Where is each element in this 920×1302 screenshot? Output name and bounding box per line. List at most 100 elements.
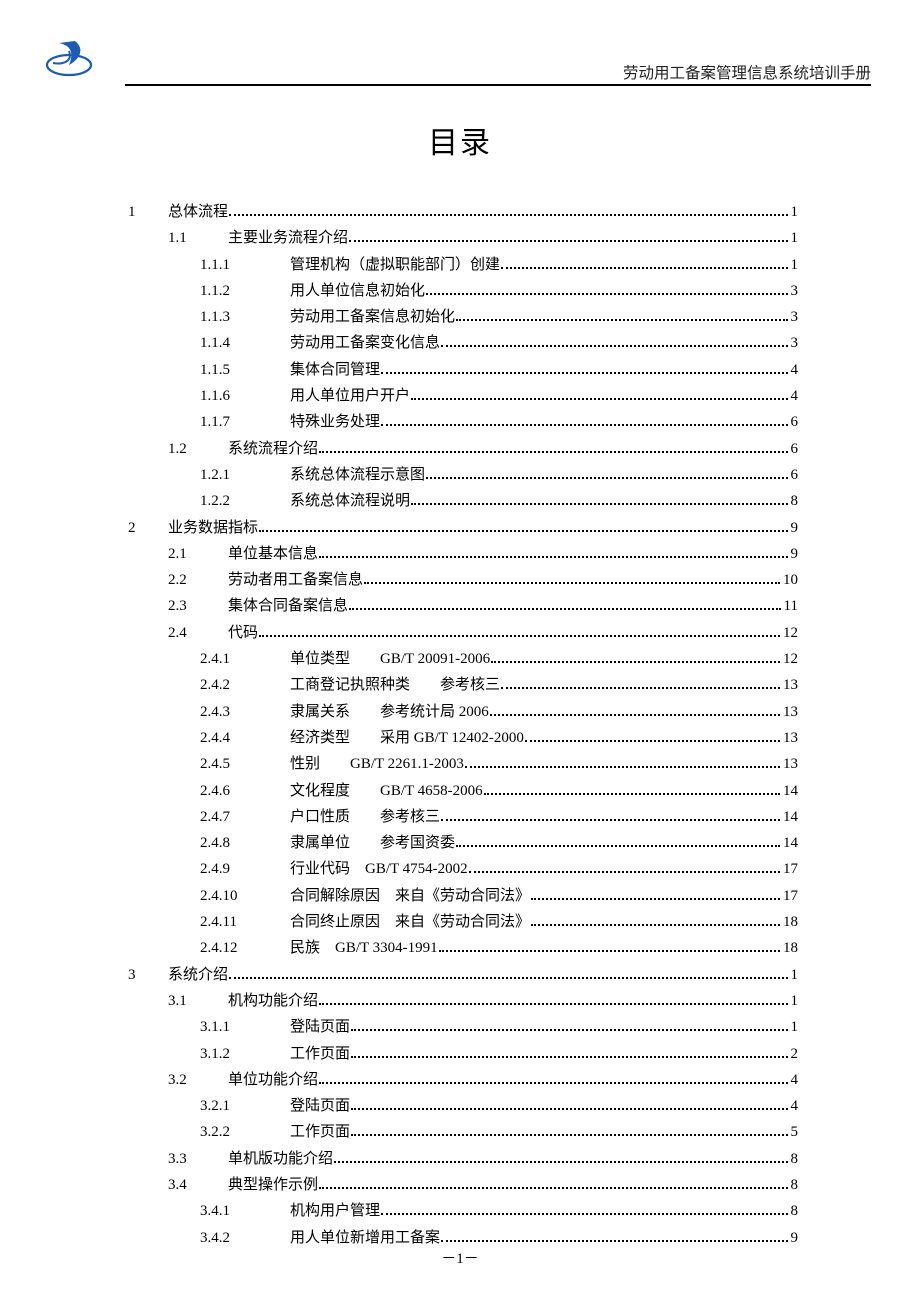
toc-page: 13 [783, 699, 798, 725]
toc-page: 1 [791, 199, 799, 225]
toc-leader [490, 705, 780, 716]
toc-label: 系统总体流程示意图 [290, 462, 425, 488]
toc-label: 劳动用工备案变化信息 [290, 330, 440, 356]
toc-number: 3.3 [168, 1146, 228, 1172]
toc-label: 工商登记执照种类 参考核三 [290, 672, 500, 698]
toc-page: 6 [791, 462, 799, 488]
toc-label: 系统介绍 [168, 962, 228, 988]
toc-entry: 2.4.8隶属单位 参考国资委14 [128, 830, 798, 856]
toc-label: 单位类型 GB/T 20091-2006 [290, 646, 490, 672]
toc-label: 合同解除原因 来自《劳动合同法》 [290, 883, 530, 909]
toc-leader [531, 889, 780, 900]
toc-entry: 2.2劳动者用工备案信息 10 [128, 567, 798, 593]
toc-page: 10 [783, 567, 798, 593]
toc-number: 2.1 [168, 541, 228, 567]
toc-leader [364, 573, 780, 584]
toc-page: 8 [791, 1198, 799, 1224]
toc-label: 单机版功能介绍 [228, 1146, 333, 1172]
toc-number: 2.4.3 [200, 699, 290, 725]
toc-number: 2.4.12 [200, 935, 290, 961]
toc-number: 3.2 [168, 1067, 228, 1093]
toc-entry: 1总体流程1 [128, 199, 798, 225]
toc-page: 18 [783, 935, 798, 961]
toc-entry: 1.1.1管理机构（虚拟职能部门）创建 1 [128, 252, 798, 278]
toc-entry: 1.1.2用人单位信息初始化3 [128, 278, 798, 304]
toc-number: 2.2 [168, 567, 228, 593]
toc-number: 3 [128, 962, 168, 988]
toc-entry: 2.4.2工商登记执照种类 参考核三13 [128, 672, 798, 698]
toc-label: 单位基本信息 [228, 541, 318, 567]
toc-leader [349, 232, 787, 243]
toc-leader [456, 310, 787, 321]
toc-entry: 1.2系统流程介绍6 [128, 436, 798, 462]
page-title: 目录 [0, 118, 920, 162]
toc-label: 工作页面 [290, 1119, 350, 1145]
toc-label: 管理机构（虚拟职能部门）创建 [290, 252, 500, 278]
toc-page: 14 [783, 830, 798, 856]
toc-page: 14 [783, 804, 798, 830]
toc-label: 代码 [228, 620, 258, 646]
toc-leader [351, 1020, 787, 1031]
toc-number: 3.2.1 [200, 1093, 290, 1119]
toc-entry: 2.4代码12 [128, 620, 798, 646]
toc-entry: 2.4.1单位类型 GB/T 20091-2006 12 [128, 646, 798, 672]
toc-entry: 2.4.9行业代码 GB/T 4754-200217 [128, 856, 798, 882]
toc-number: 2.4.6 [200, 778, 290, 804]
toc-page: 6 [791, 436, 799, 462]
toc-leader [351, 1099, 787, 1110]
toc-page: 18 [783, 909, 798, 935]
toc-label: 合同终止原因 来自《劳动合同法》 [290, 909, 530, 935]
toc-label: 性别 GB/T 2261.1-2003 [290, 751, 464, 777]
toc-entry: 2.4.7户口性质 参考核三14 [128, 804, 798, 830]
toc-page: 3 [791, 278, 799, 304]
toc-label: 典型操作示例 [228, 1172, 318, 1198]
toc-label: 机构功能介绍 [228, 988, 318, 1014]
table-of-contents: 1总体流程11.1主要业务流程介绍11.1.1管理机构（虚拟职能部门）创建11.… [128, 199, 798, 1251]
toc-number: 1.1.3 [200, 304, 290, 330]
toc-page: 3 [791, 304, 799, 330]
toc-page: 1 [791, 252, 799, 278]
toc-page: 4 [791, 1067, 799, 1093]
toc-number: 3.4 [168, 1172, 228, 1198]
toc-page: 4 [791, 383, 799, 409]
toc-page: 13 [783, 672, 798, 698]
toc-entry: 3.1.2工作页面2 [128, 1041, 798, 1067]
toc-number: 2 [128, 515, 168, 541]
toc-number: 3.1.1 [200, 1014, 290, 1040]
toc-page: 8 [791, 1172, 799, 1198]
toc-leader [501, 679, 780, 690]
toc-label: 机构用户管理 [290, 1198, 380, 1224]
toc-entry: 3.2.2工作页面5 [128, 1119, 798, 1145]
toc-number: 2.4.1 [200, 646, 290, 672]
toc-label: 系统流程介绍 [228, 436, 318, 462]
toc-page: 1 [791, 1014, 799, 1040]
toc-number: 3.1 [168, 988, 228, 1014]
toc-entry: 3.1机构功能介绍1 [128, 988, 798, 1014]
toc-number: 2.4.7 [200, 804, 290, 830]
toc-leader [456, 836, 780, 847]
toc-leader [469, 863, 780, 874]
toc-leader [229, 205, 787, 216]
toc-page: 3 [791, 330, 799, 356]
toc-page: 11 [784, 593, 798, 619]
toc-entry: 1.1.6用人单位用户开户4 [128, 383, 798, 409]
toc-page: 12 [783, 646, 798, 672]
toc-number: 2.4.4 [200, 725, 290, 751]
toc-label: 登陆页面 [290, 1014, 350, 1040]
toc-number: 3.4.1 [200, 1198, 290, 1224]
toc-leader [381, 1204, 787, 1215]
toc-label: 登陆页面 [290, 1093, 350, 1119]
toc-label: 系统总体流程说明 [290, 488, 410, 514]
toc-number: 1.1.1 [200, 252, 290, 278]
toc-leader [319, 442, 787, 453]
toc-entry: 3.4典型操作示例 8 [128, 1172, 798, 1198]
toc-page: 1 [791, 962, 799, 988]
toc-label: 劳动者用工备案信息 [228, 567, 363, 593]
toc-number: 2.4.11 [200, 909, 290, 935]
toc-number: 3.1.2 [200, 1041, 290, 1067]
toc-entry: 2.4.4经济类型 采用 GB/T 12402-200013 [128, 725, 798, 751]
toc-leader [319, 994, 787, 1005]
toc-entry: 3.4.1机构用户管理 8 [128, 1198, 798, 1224]
toc-label: 主要业务流程介绍 [228, 225, 348, 251]
toc-entry: 1.1.5集体合同管理4 [128, 357, 798, 383]
